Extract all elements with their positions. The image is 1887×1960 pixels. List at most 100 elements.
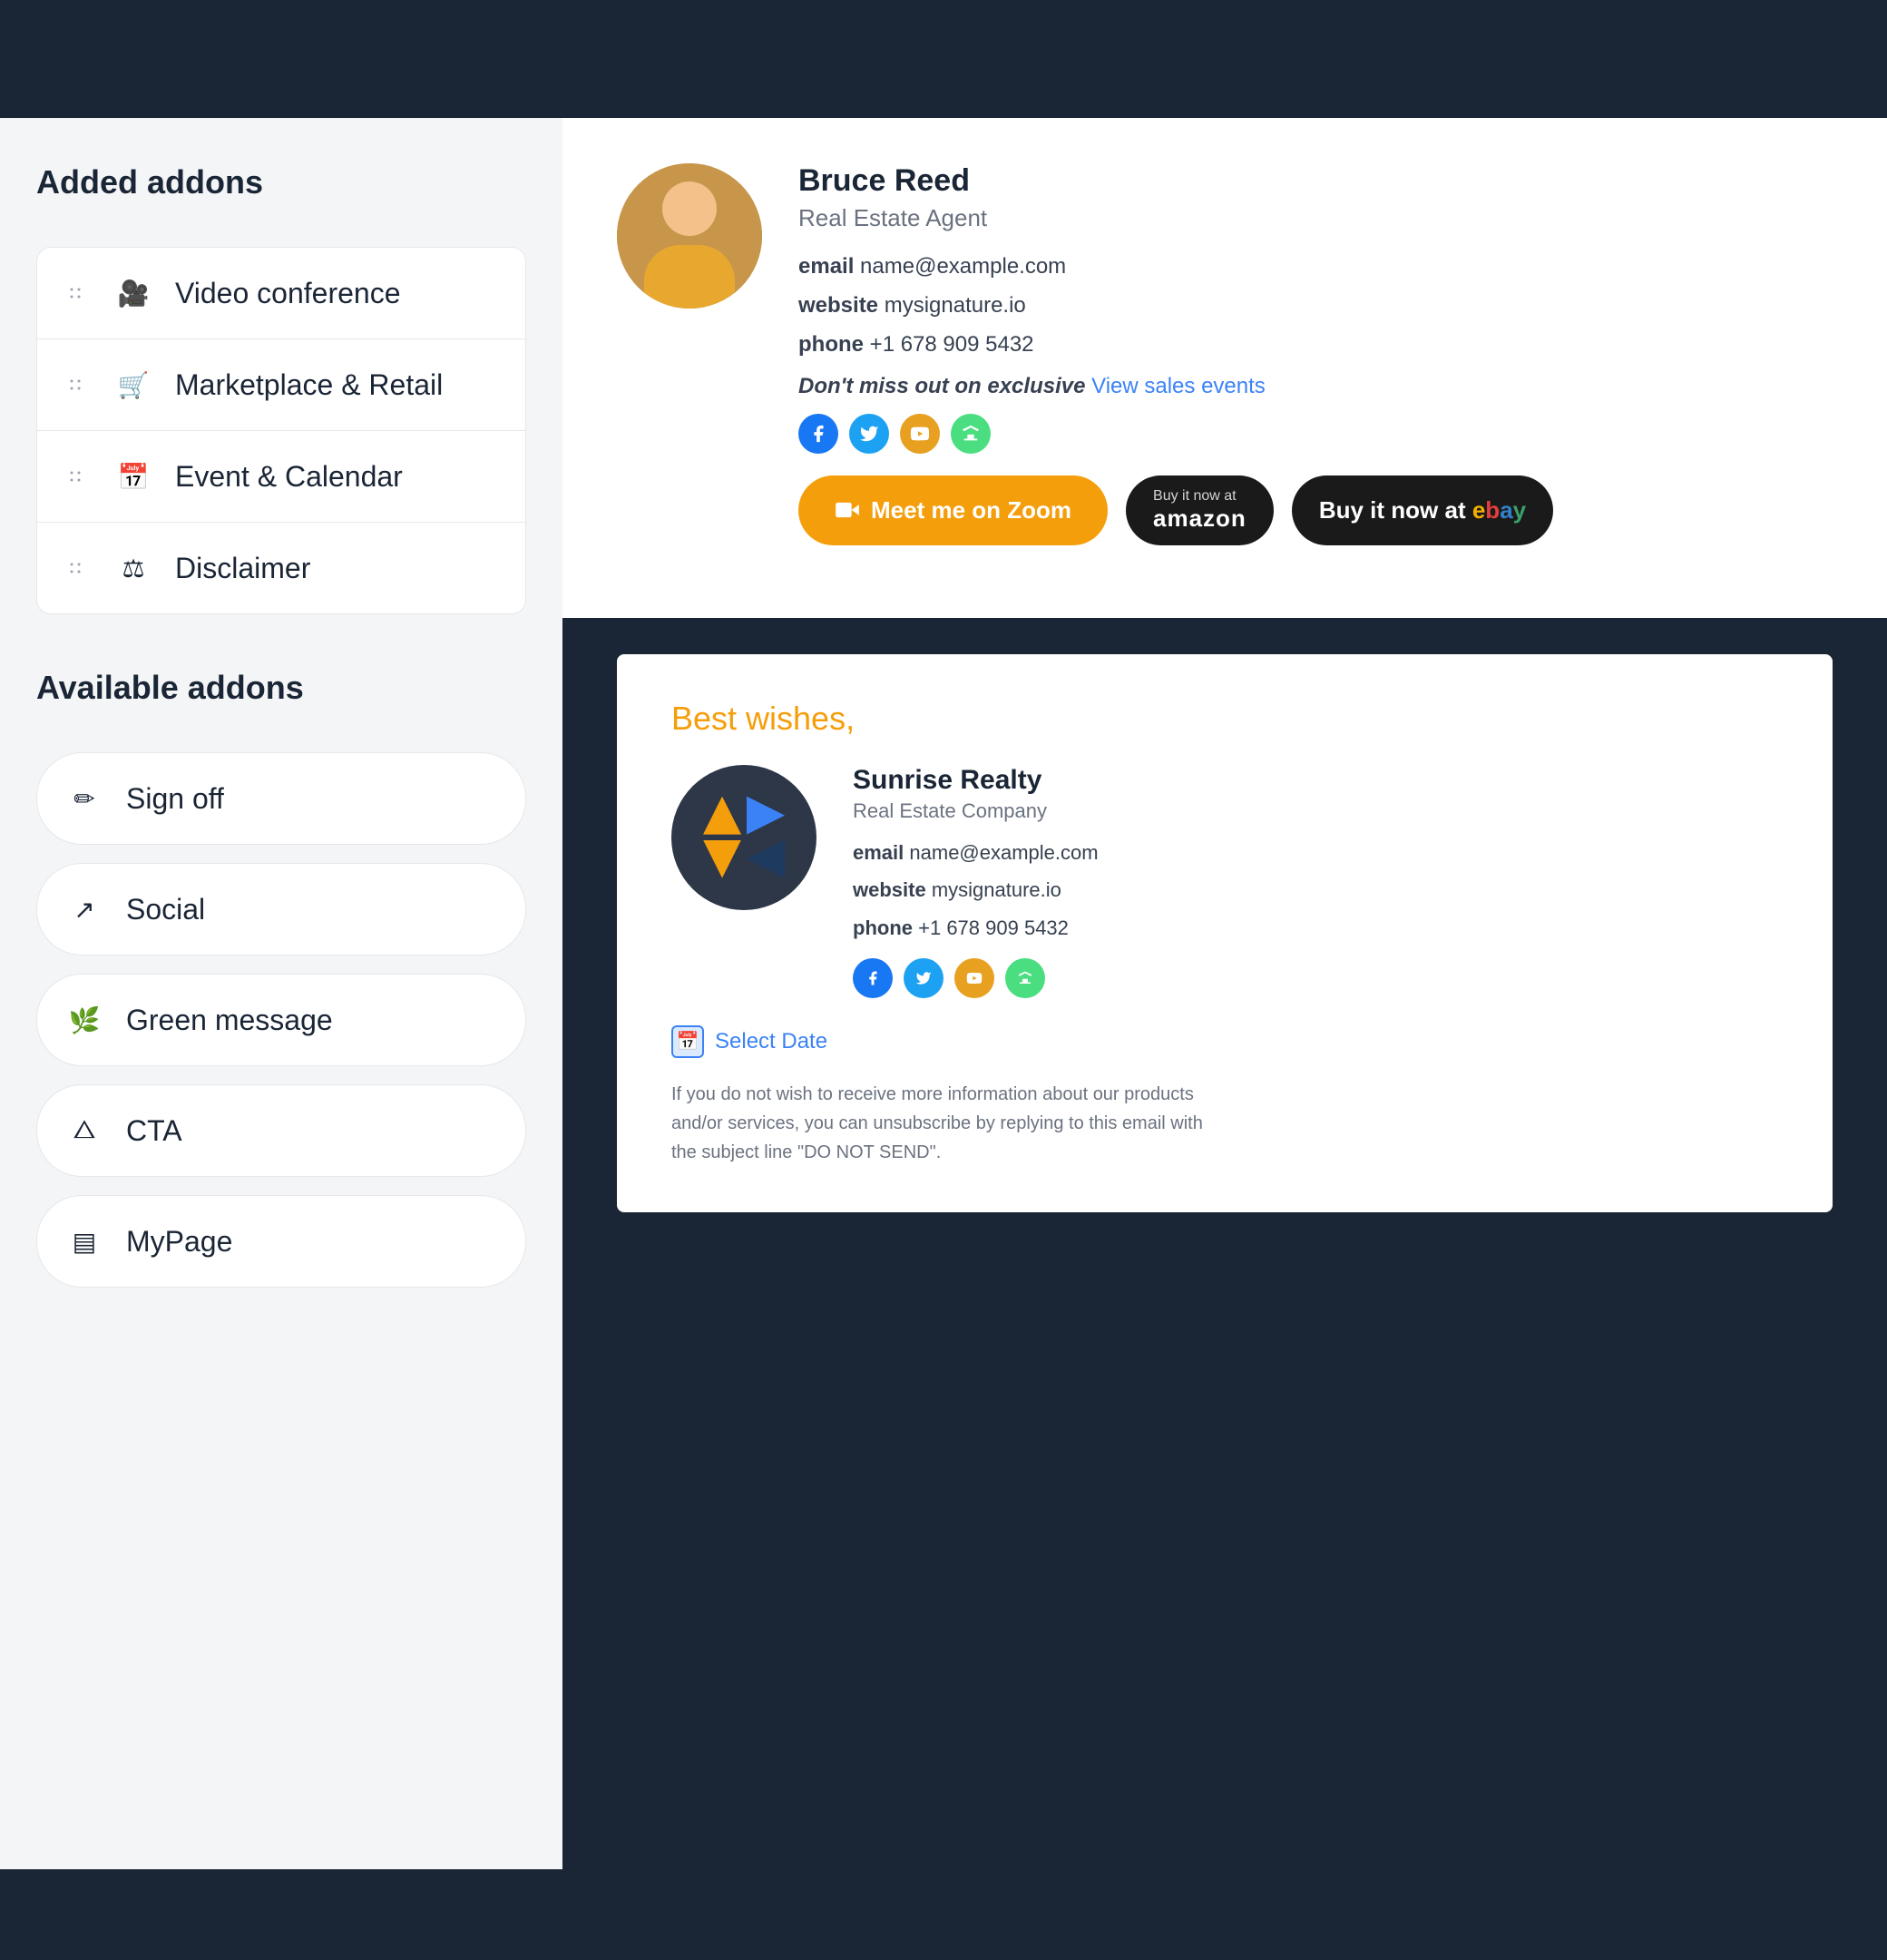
addon-marketplace-retail[interactable]: 🛒 Marketplace & Retail bbox=[36, 338, 526, 430]
drag-handle-event[interactable] bbox=[64, 466, 86, 487]
diamond-tr bbox=[747, 797, 785, 835]
addon-video-conference[interactable]: 🎥 Video conference bbox=[36, 247, 526, 338]
event-calendar-icon: 📅 bbox=[113, 456, 153, 496]
company-email-label: email bbox=[853, 841, 904, 864]
mypage-icon: ▤ bbox=[64, 1221, 104, 1261]
company-website: mysignature.io bbox=[932, 878, 1061, 901]
select-date-label: Select Date bbox=[715, 1029, 827, 1054]
addon-cta[interactable]: CTA bbox=[36, 1084, 526, 1177]
social-icons bbox=[798, 414, 1833, 454]
select-date-button[interactable]: 📅 Select Date bbox=[671, 1025, 1778, 1058]
person-head bbox=[662, 181, 717, 236]
avatar bbox=[617, 163, 762, 309]
drag-handle-video[interactable] bbox=[64, 282, 86, 304]
marketplace-icon: 🛒 bbox=[113, 365, 153, 405]
sig-detail: email name@example.com website mysignatu… bbox=[798, 247, 1833, 365]
available-addons-section: Available addons ✏ Sign off ↗ Social 🌿 G… bbox=[36, 669, 526, 1288]
person-body bbox=[644, 245, 735, 309]
disclaimer-label: Disclaimer bbox=[175, 552, 310, 585]
company-type: Real Estate Company bbox=[853, 799, 1778, 823]
houzz-icon[interactable] bbox=[951, 414, 991, 454]
website-label: website bbox=[798, 293, 878, 318]
addon-mypage[interactable]: ▤ MyPage bbox=[36, 1195, 526, 1288]
ebay-label: Buy it now at ebay bbox=[1319, 496, 1526, 524]
signature-preview-top: Bruce Reed Real Estate Agent email name@… bbox=[562, 118, 1887, 618]
promo-link[interactable]: View sales events bbox=[1091, 374, 1266, 398]
company-youtube-icon[interactable] bbox=[954, 958, 994, 998]
top-bar bbox=[0, 0, 1887, 118]
sig-info: Bruce Reed Real Estate Agent email name@… bbox=[798, 163, 1833, 545]
right-panel: Bruce Reed Real Estate Agent email name@… bbox=[562, 118, 1887, 1869]
available-addons-title: Available addons bbox=[36, 669, 526, 707]
sig-person-title: Real Estate Agent bbox=[798, 204, 1833, 232]
facebook-icon[interactable] bbox=[798, 414, 838, 454]
cta-label: CTA bbox=[126, 1114, 182, 1148]
ebay-button[interactable]: Buy it now at ebay bbox=[1292, 475, 1553, 545]
diamond-br bbox=[747, 840, 785, 878]
video-conference-label: Video conference bbox=[175, 277, 400, 310]
green-message-icon: 🌿 bbox=[64, 1000, 104, 1040]
sig-person-name: Bruce Reed bbox=[798, 163, 1833, 199]
sig-email: name@example.com bbox=[860, 254, 1066, 279]
avatar-inner bbox=[617, 163, 762, 309]
added-addons-title: Added addons bbox=[36, 163, 526, 201]
company-facebook-icon[interactable] bbox=[853, 958, 893, 998]
social-icon: ↗ bbox=[64, 889, 104, 929]
available-addons-list: ✏ Sign off ↗ Social 🌿 Green message bbox=[36, 752, 526, 1288]
sig-promo: Don't miss out on exclusive View sales e… bbox=[798, 374, 1833, 399]
company-twitter-icon[interactable] bbox=[904, 958, 944, 998]
added-addons-list: 🎥 Video conference 🛒 Marketplace & Retai… bbox=[36, 247, 526, 614]
company-email: name@example.com bbox=[909, 841, 1098, 864]
company-name: Sunrise Realty bbox=[853, 765, 1778, 796]
green-message-label: Green message bbox=[126, 1004, 333, 1037]
addon-event-calendar[interactable]: 📅 Event & Calendar bbox=[36, 430, 526, 522]
video-conference-icon: 🎥 bbox=[113, 273, 153, 313]
diamond-logo bbox=[703, 797, 785, 878]
marketplace-label: Marketplace & Retail bbox=[175, 368, 443, 402]
company-phone: +1 678 909 5432 bbox=[918, 916, 1069, 939]
amazon-logo: Buy it now at amazon bbox=[1153, 488, 1247, 533]
company-phone-label: phone bbox=[853, 916, 913, 939]
addon-sign-off[interactable]: ✏ Sign off bbox=[36, 752, 526, 845]
addon-social[interactable]: ↗ Social bbox=[36, 863, 526, 956]
sig-preview-bottom: Best wishes, Sunrise Realty bbox=[562, 618, 1887, 1869]
company-houzz-icon[interactable] bbox=[1005, 958, 1045, 998]
cta-icon bbox=[64, 1111, 104, 1151]
event-calendar-label: Event & Calendar bbox=[175, 460, 403, 494]
company-social-icons bbox=[853, 958, 1778, 998]
company-sig: Sunrise Realty Real Estate Company email… bbox=[671, 765, 1778, 998]
twitter-icon[interactable] bbox=[849, 414, 889, 454]
disclaimer-text: If you do not wish to receive more infor… bbox=[671, 1080, 1216, 1167]
amazon-button[interactable]: Buy it now at amazon bbox=[1126, 475, 1274, 545]
phone-label: phone bbox=[798, 332, 864, 357]
email-label: email bbox=[798, 254, 854, 279]
zoom-button[interactable]: Meet me on Zoom bbox=[798, 475, 1108, 545]
social-label: Social bbox=[126, 893, 205, 926]
zoom-button-label: Meet me on Zoom bbox=[871, 496, 1071, 524]
sign-off-icon: ✏ bbox=[64, 779, 104, 818]
sig-phone: +1 678 909 5432 bbox=[870, 332, 1034, 357]
calendar-icon: 📅 bbox=[671, 1025, 704, 1058]
addon-disclaimer[interactable]: ⚖ Disclaimer bbox=[36, 522, 526, 614]
drag-handle-marketplace[interactable] bbox=[64, 374, 86, 396]
diamond-tl bbox=[703, 797, 741, 835]
company-website-label: website bbox=[853, 878, 926, 901]
addon-green-message[interactable]: 🌿 Green message bbox=[36, 974, 526, 1066]
bottom-bar bbox=[0, 1869, 1887, 1960]
mypage-label: MyPage bbox=[126, 1225, 232, 1259]
company-info: Sunrise Realty Real Estate Company email… bbox=[853, 765, 1778, 998]
left-panel: Added addons 🎥 Video conference 🛒 Market… bbox=[0, 118, 562, 1869]
sign-off-label: Sign off bbox=[126, 782, 224, 816]
company-detail: email name@example.com website mysignatu… bbox=[853, 834, 1778, 947]
email-card: Best wishes, Sunrise Realty bbox=[617, 654, 1833, 1212]
company-logo bbox=[671, 765, 816, 910]
greeting: Best wishes, bbox=[671, 700, 1778, 738]
cta-buttons: Meet me on Zoom Buy it now at amazon Buy… bbox=[798, 475, 1833, 545]
amazon-buy-text: Buy it now at bbox=[1153, 488, 1237, 505]
youtube-icon[interactable] bbox=[900, 414, 940, 454]
disclaimer-icon: ⚖ bbox=[113, 548, 153, 588]
main-content: Added addons 🎥 Video conference 🛒 Market… bbox=[0, 118, 1887, 1869]
diamond-bl bbox=[703, 840, 741, 878]
promo-text: Don't miss out on exclusive bbox=[798, 374, 1085, 398]
drag-handle-disclaimer[interactable] bbox=[64, 557, 86, 579]
